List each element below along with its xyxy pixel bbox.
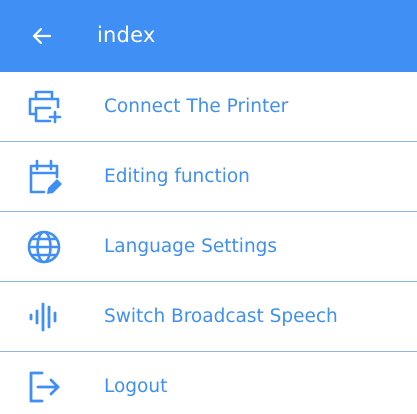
menu-list: Connect The Printer Editing function Lan… — [0, 72, 417, 414]
menu-item-editing-function[interactable]: Editing function — [0, 142, 417, 212]
printer-icon — [24, 87, 64, 127]
app-header: index — [0, 0, 417, 72]
menu-item-label: Switch Broadcast Speech — [104, 306, 338, 327]
menu-item-logout[interactable]: Logout — [0, 352, 417, 414]
menu-item-label: Language Settings — [104, 236, 278, 257]
app-screen: index Connect The Printer Editing functi… — [0, 0, 417, 414]
menu-item-connect-printer[interactable]: Connect The Printer — [0, 72, 417, 142]
menu-item-label: Editing function — [104, 166, 250, 187]
globe-icon — [24, 227, 64, 267]
menu-item-label: Logout — [104, 376, 168, 397]
page-title: index — [97, 23, 156, 47]
arrow-left-icon — [32, 27, 52, 45]
logout-icon — [24, 367, 64, 407]
back-button[interactable] — [28, 22, 56, 50]
menu-item-language-settings[interactable]: Language Settings — [0, 212, 417, 282]
calendar-edit-icon — [24, 157, 64, 197]
voice-wave-icon — [24, 297, 64, 337]
menu-item-switch-broadcast-speech[interactable]: Switch Broadcast Speech — [0, 282, 417, 352]
menu-item-label: Connect The Printer — [104, 96, 289, 117]
